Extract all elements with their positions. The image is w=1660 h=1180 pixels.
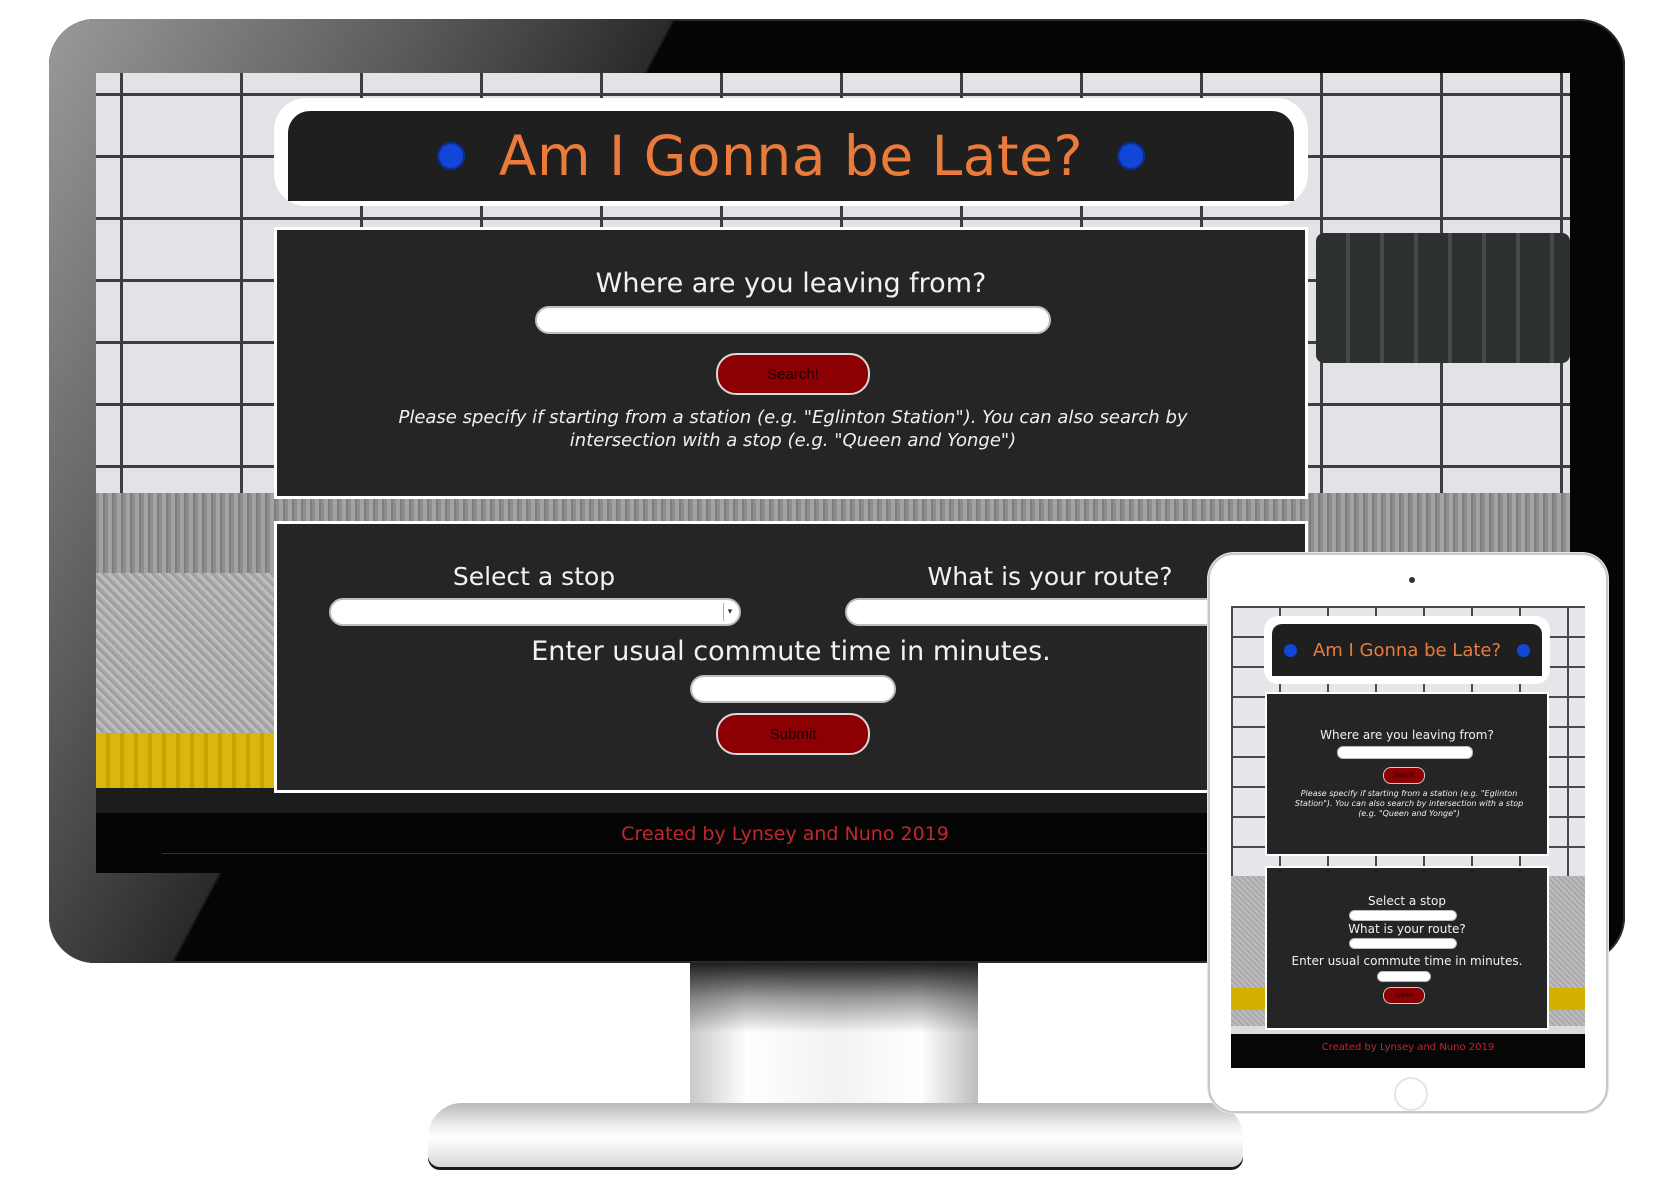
tablet-device: Am I Gonna be Late? Where are you leavin… <box>1208 553 1608 1113</box>
tablet-footer: Created by Lynsey and Nuno 2019 <box>1231 1034 1585 1068</box>
tablet-title-sign: Am I Gonna be Late? <box>1272 624 1542 676</box>
left-indicator-light-icon <box>436 142 465 170</box>
monitor-stand-neck <box>690 963 978 1113</box>
route-dropdown[interactable] <box>845 598 1257 626</box>
monitor-stand-base <box>428 1103 1243 1167</box>
select-stop-label: Select a stop <box>452 562 616 591</box>
tablet-search-button[interactable]: Search! <box>1383 767 1425 784</box>
search-button[interactable]: Search! <box>716 353 870 395</box>
tablet-route-label: What is your route? <box>1348 922 1466 936</box>
tablet-commute-time-input[interactable] <box>1377 971 1431 982</box>
page-title: Am I Gonna be Late? <box>498 124 1084 188</box>
tablet-submit-button[interactable]: Submit <box>1383 987 1425 1004</box>
tablet-leaving-from-input[interactable] <box>1337 746 1473 759</box>
route-panel: Select a stop ▾ What is your route? Ente… <box>274 521 1308 793</box>
commute-time-label: Enter usual commute time in minutes. <box>531 636 1051 667</box>
background-bench <box>1316 233 1570 363</box>
leaving-from-label: Where are you leaving from? <box>595 268 987 299</box>
right-indicator-light-icon <box>1117 142 1146 170</box>
tablet-commute-time-label: Enter usual commute time in minutes. <box>1291 954 1523 968</box>
dropdown-arrow-icon: ▾ <box>723 603 736 621</box>
search-hint: Please specify if starting from a statio… <box>398 407 1188 451</box>
tablet-page-title: Am I Gonna be Late? <box>1312 639 1502 661</box>
commute-time-input[interactable] <box>690 675 896 703</box>
tablet-right-indicator-icon <box>1517 643 1531 657</box>
tablet-title-banner: Am I Gonna be Late? <box>1264 616 1550 684</box>
tablet-search-hint: Please specify if starting from a statio… <box>1294 789 1524 818</box>
tablet-select-stop-dropdown[interactable] <box>1349 910 1457 921</box>
tablet-search-panel: Where are you leaving from? Search! Plea… <box>1265 692 1549 856</box>
footer-divider <box>162 853 1362 854</box>
tablet-route-dropdown[interactable] <box>1349 938 1457 949</box>
tablet-route-panel: Select a stop What is your route? Enter … <box>1265 866 1549 1030</box>
tablet-left-indicator-icon <box>1283 643 1297 657</box>
tablet-select-stop-label: Select a stop <box>1368 894 1446 908</box>
tablet-leaving-from-label: Where are you leaving from? <box>1320 728 1494 742</box>
route-label: What is your route? <box>927 562 1173 591</box>
tablet-home-button <box>1394 1077 1428 1111</box>
select-stop-dropdown[interactable]: ▾ <box>329 598 741 626</box>
tablet-screen: Am I Gonna be Late? Where are you leavin… <box>1231 606 1585 1068</box>
tablet-footer-credit: Created by Lynsey and Nuno 2019 <box>1321 1042 1495 1053</box>
submit-button[interactable]: Submit <box>716 713 870 755</box>
tablet-camera-icon <box>1409 577 1415 583</box>
title-banner: Am I Gonna be Late? <box>274 98 1308 206</box>
search-panel: Where are you leaving from? Search! Plea… <box>274 227 1308 499</box>
title-sign: Am I Gonna be Late? <box>288 111 1294 201</box>
leaving-from-input[interactable] <box>535 306 1051 334</box>
